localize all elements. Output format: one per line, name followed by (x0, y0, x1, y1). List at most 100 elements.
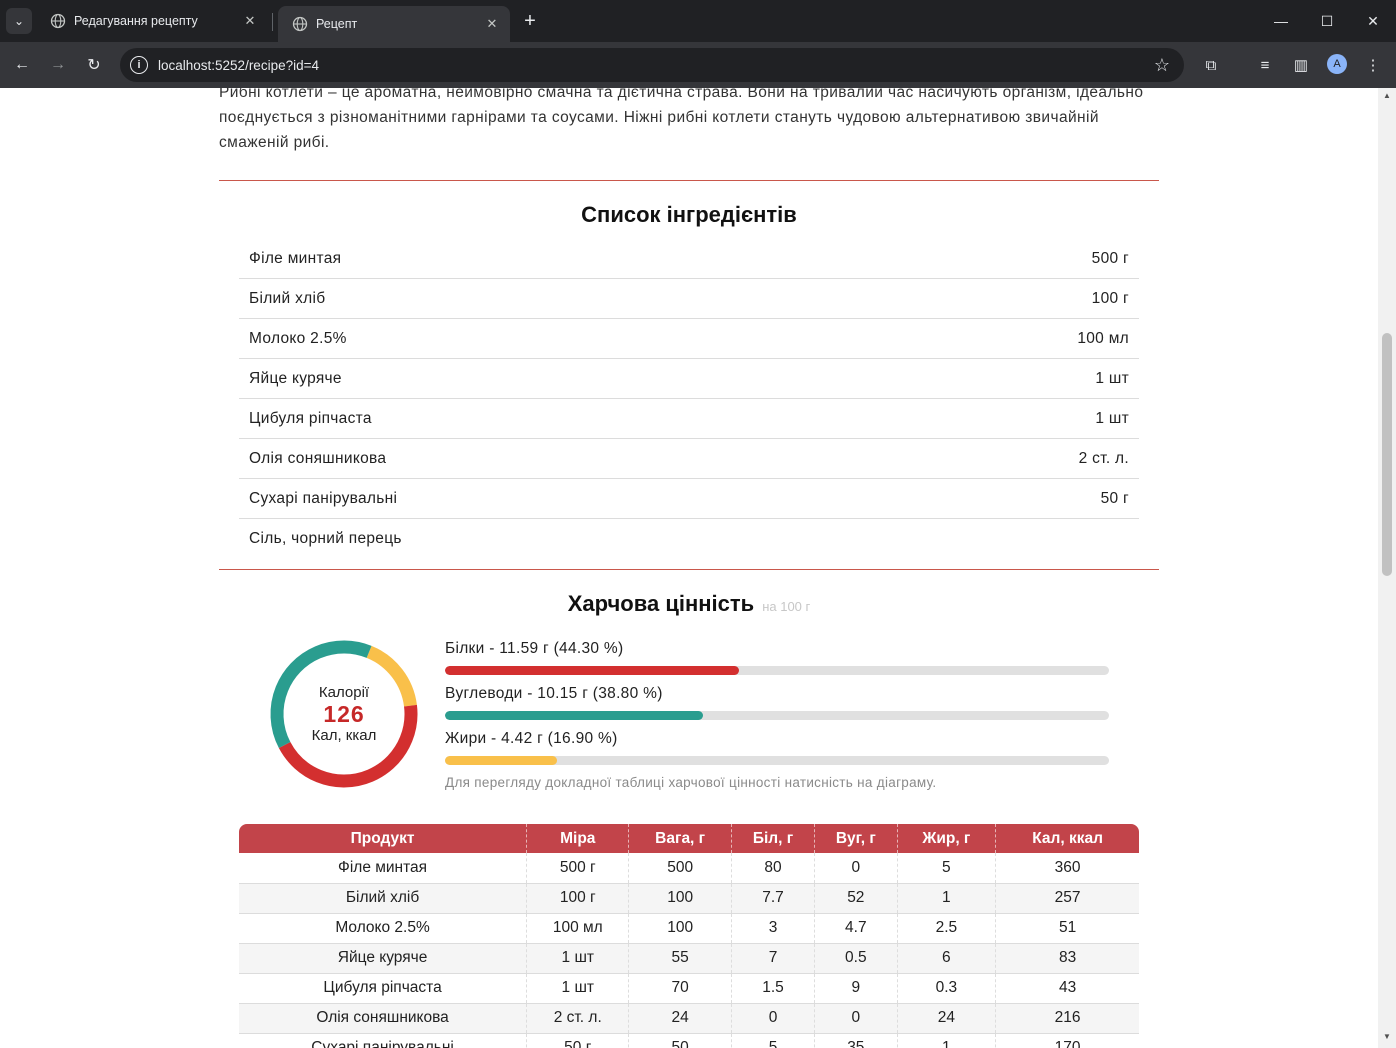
scroll-down-arrow[interactable]: ▼ (1382, 1032, 1392, 1041)
ingredient-name: Сіль, чорний перець (249, 530, 402, 547)
table-row: Філе минтая 500 г 500 80 0 5 360 (239, 853, 1139, 884)
macro-progress-track (445, 711, 1109, 720)
ingredient-name: Молоко 2.5% (249, 329, 347, 347)
table-cell: 5 (730, 1033, 815, 1048)
table-row: Молоко 2.5% 100 мл 100 3 4.7 2.5 51 (239, 913, 1139, 944)
calories-label: Калорії (318, 684, 370, 701)
table-cell: 1.5 (730, 973, 815, 1004)
reload-button[interactable]: ↻ (80, 51, 108, 79)
maximize-button[interactable]: ☐ (1304, 0, 1350, 42)
table-cell: 80 (730, 853, 815, 884)
macro-label: Жири - 4.42 г (16.90 %) (445, 730, 618, 747)
macro-carbs: Вуглеводи - 10.15 г (38.80 %) (445, 685, 1109, 720)
macro-label: Білки - 11.59 г (44.30 %) (445, 640, 624, 657)
table-cell: 3 (730, 913, 815, 944)
table-cell: 500 (628, 853, 732, 884)
table-cell: 24 (628, 1003, 732, 1034)
back-button[interactable]: ← (8, 51, 36, 79)
ingredient-amount: 1 шт (1095, 409, 1129, 427)
ingredient-amount: 2 ст. л. (1078, 449, 1129, 467)
close-icon[interactable]: ✕ (242, 13, 258, 29)
table-cell: Цибуля ріпчаста (239, 973, 527, 1004)
bookmark-star-icon[interactable]: ☆ (1154, 55, 1170, 76)
table-cell: Білий хліб (239, 883, 527, 914)
tab-recipe-edit[interactable]: Редагування рецепту ✕ (36, 6, 268, 36)
nutrition-table: Продукт Міра Вага, г Біл, г Вуг, г Жир, г Кал,… (239, 824, 1139, 1048)
ingredient-row: Молоко 2.5% 100 мл (239, 319, 1139, 359)
close-window-button[interactable]: ✕ (1350, 0, 1396, 42)
ingredient-row: Філе минтая 500 г (239, 239, 1139, 279)
ingredient-row: Яйце куряче 1 шт (239, 359, 1139, 399)
table-header-cell: Вуг, г (814, 824, 898, 853)
ingredient-amount: 1 шт (1095, 369, 1129, 387)
ingredient-name: Філе минтая (249, 249, 342, 267)
table-cell: 1 шт (526, 973, 629, 1004)
tab-search-button[interactable]: ⌄ (6, 8, 32, 34)
browser-tabbar: ⌄ Редагування рецепту ✕ Рецепт ✕ + — ☐ ✕ (0, 0, 1396, 42)
ingredient-name: Сухарі панірувальні (249, 489, 398, 507)
globe-icon (292, 16, 308, 32)
table-cell: 24 (896, 1003, 996, 1034)
table-cell: 1 шт (526, 943, 629, 974)
table-cell: 4.7 (814, 913, 898, 944)
table-row: Сухарі панірувальні 50 г 50 5 35 1 170 (239, 1033, 1139, 1048)
table-cell: 1 (896, 883, 996, 914)
table-row: Білий хліб 100 г 100 7.7 52 1 257 (239, 883, 1139, 914)
minimize-button[interactable]: — (1258, 0, 1304, 42)
scroll-up-arrow[interactable]: ▲ (1382, 91, 1392, 100)
table-row: Олія соняшникова 2 ст. л. 24 0 0 24 216 (239, 1003, 1139, 1034)
table-cell: 0 (814, 853, 898, 884)
menu-icon[interactable]: ⋮ (1359, 51, 1387, 79)
table-cell: 100 г (526, 883, 629, 914)
ingredient-row: Цибуля ріпчаста 1 шт (239, 399, 1139, 439)
ingredient-amount: 100 мл (1077, 329, 1129, 347)
table-cell: 100 (628, 883, 732, 914)
forward-button[interactable]: → (44, 51, 72, 79)
table-cell: 100 (628, 913, 732, 944)
table-header-cell: Вага, г (628, 824, 732, 853)
new-tab-button[interactable]: + (518, 9, 542, 33)
ingredients-title: Список інгредієнтів (581, 202, 797, 227)
media-controls-icon[interactable]: ≡ (1251, 51, 1279, 79)
macro-progress-fill (445, 666, 740, 675)
table-cell: 2 ст. л. (526, 1003, 629, 1034)
browser-toolbar: ← → ↻ i localhost:5252/recipe?id=4 ☆ ⧉ ≡… (0, 42, 1396, 88)
ingredient-amount: 500 г (1091, 249, 1129, 267)
profile-avatar[interactable]: A (1327, 54, 1347, 74)
table-cell: 257 (995, 883, 1139, 914)
scrollbar-thumb[interactable] (1382, 333, 1392, 576)
tab-title: Редагування рецепту (74, 14, 198, 28)
table-cell: 2.5 (896, 913, 996, 944)
address-bar[interactable]: i localhost:5252/recipe?id=4 ☆ (120, 48, 1184, 82)
ingredient-row: Сіль, чорний перець (239, 519, 1139, 559)
table-cell: Олія соняшникова (239, 1003, 527, 1034)
table-cell: 7.7 (730, 883, 815, 914)
side-panel-icon[interactable]: ▥ (1287, 51, 1315, 79)
macro-label: Вуглеводи - 10.15 г (38.80 %) (445, 685, 663, 702)
table-cell: 5 (896, 853, 996, 884)
url-text[interactable]: localhost:5252/recipe?id=4 (158, 58, 1154, 73)
table-cell: 0 (814, 1003, 898, 1034)
table-cell: Молоко 2.5% (239, 913, 527, 944)
extensions-icon[interactable]: ⧉ (1197, 51, 1225, 79)
ingredient-row: Олія соняшникова 2 ст. л. (239, 439, 1139, 479)
ingredient-row: Сухарі панірувальні 50 г (239, 479, 1139, 519)
tab-separator (272, 13, 273, 31)
nutrition-title: Харчова цінність (567, 591, 755, 616)
close-icon[interactable]: ✕ (484, 16, 500, 32)
table-cell: 50 (628, 1033, 732, 1048)
table-header-cell: Жир, г (896, 824, 996, 853)
calories-unit: Кал, ккал (311, 727, 377, 744)
table-cell: 43 (995, 973, 1139, 1004)
macro-protein: Білки - 11.59 г (44.30 %) (445, 640, 1109, 675)
tab-recipe[interactable]: Рецепт ✕ (278, 6, 510, 42)
globe-icon (50, 13, 66, 29)
table-cell: 55 (628, 943, 732, 974)
macro-fat: Жири - 4.42 г (16.90 %) (445, 730, 1109, 765)
section-divider (219, 569, 1159, 570)
table-cell: 50 г (526, 1033, 629, 1048)
ingredients-list: Філе минтая 500 г Білий хліб 100 г Молоко … (239, 239, 1139, 559)
site-info-icon[interactable]: i (130, 56, 148, 74)
table-cell: Філе минтая (239, 853, 527, 884)
page-scrollbar[interactable]: ▲ ▼ (1378, 88, 1396, 1048)
